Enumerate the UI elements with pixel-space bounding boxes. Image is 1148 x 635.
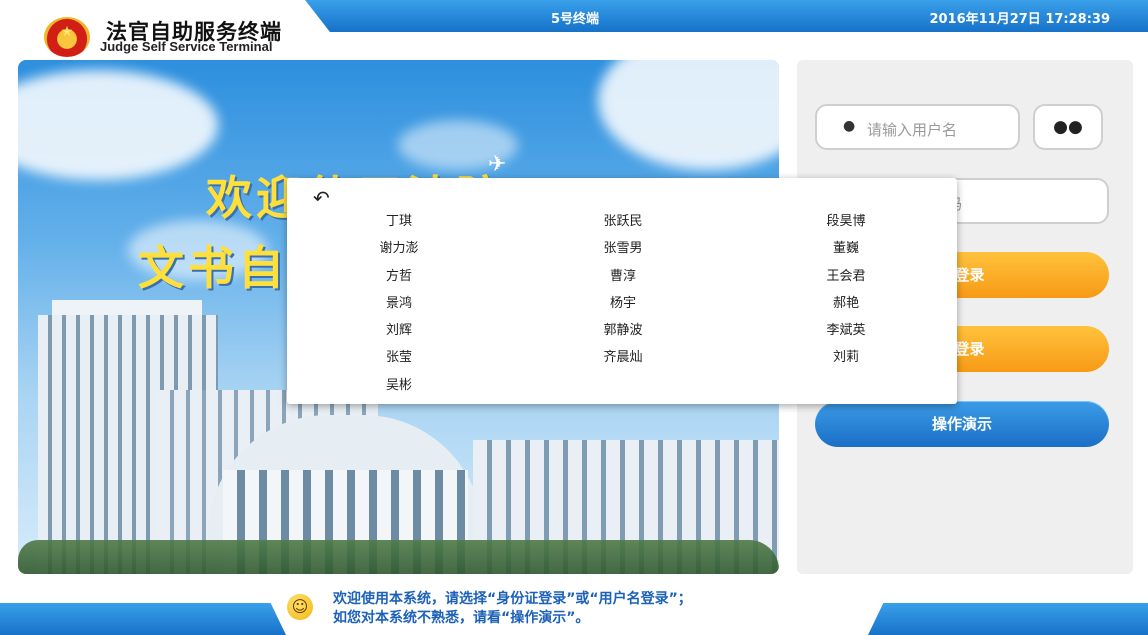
username-input[interactable]: ● 请输入用户名	[815, 104, 1020, 150]
username-placeholder: 请输入用户名	[867, 121, 958, 139]
court-emblem-icon: ★	[44, 17, 90, 57]
user-option[interactable]: 景鸿	[354, 292, 444, 311]
user-icon: ●	[843, 118, 856, 134]
user-option[interactable]: 齐晨灿	[578, 346, 668, 456]
logo-tab: ★ 法官自助服务终端 Judge Self Service Terminal	[0, 0, 330, 60]
smiley-icon: ☺	[287, 594, 313, 620]
back-arrow-icon[interactable]: ↶	[313, 186, 330, 210]
user-option[interactable]: 谢力澎	[354, 237, 444, 256]
trees	[18, 540, 779, 574]
datetime: 2016年11月27日 17:28:39	[929, 12, 1110, 27]
cloud	[18, 70, 218, 180]
notice-line2: 如您对本系统不熟悉，请看“操作演示”。	[333, 610, 590, 626]
user-picker-popup: ↶ 丁琪 张跃民 段昊博 谢力澎 张雪男 董巍 方哲 曹淳 王会君 景鸿 杨宇 …	[287, 178, 957, 404]
user-option[interactable]: 吴彬	[354, 374, 444, 393]
select-user-button[interactable]: ●●	[1033, 104, 1103, 150]
user-option[interactable]: 张莹	[354, 346, 444, 365]
user-option[interactable]: 刘莉	[801, 346, 891, 486]
user-option[interactable]: 丁琪	[354, 210, 444, 229]
notice-line1: 欢迎使用本系统，请选择“身份证登录”或“用户名登录”；	[333, 591, 692, 607]
cloud	[598, 60, 779, 170]
terminal-label: 5号终端	[550, 12, 600, 27]
notice-text: 欢迎使用本系统，请选择“身份证登录”或“用户名登录”； 如您对本系统不熟悉，请看…	[333, 590, 692, 628]
user-option[interactable]: 方哲	[354, 265, 444, 284]
app-subtitle: Judge Self Service Terminal	[100, 39, 273, 54]
group-icon: ●●	[1053, 117, 1083, 137]
user-option[interactable]: 刘辉	[354, 319, 444, 338]
